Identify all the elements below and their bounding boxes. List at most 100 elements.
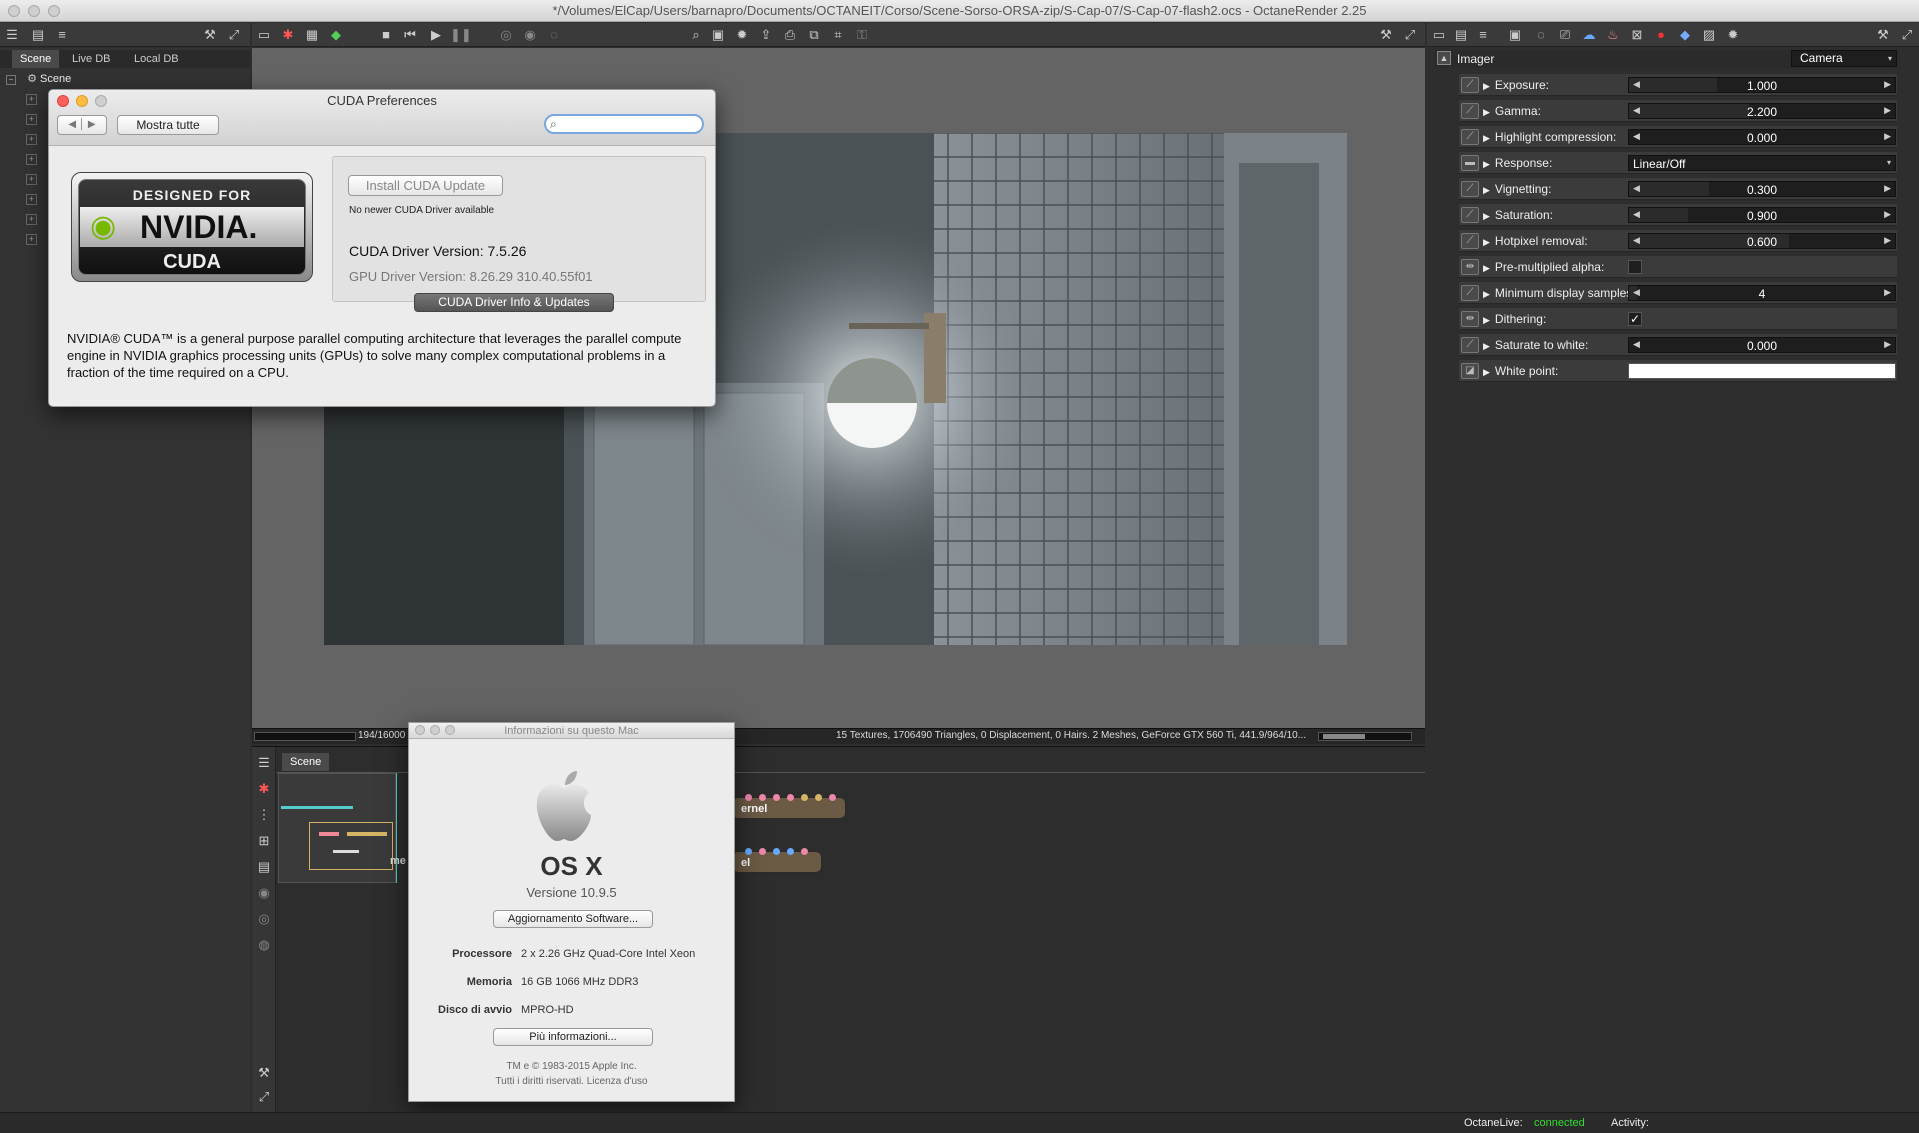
expand-arrow-icon[interactable]: ▶	[1483, 159, 1490, 169]
increment-arrow-icon[interactable]: ▶	[1884, 79, 1891, 90]
slider-pin-icon[interactable]: ⟋	[1461, 207, 1479, 223]
list-icon[interactable]: ≡	[1475, 27, 1491, 43]
increment-arrow-icon[interactable]: ▶	[1884, 131, 1891, 142]
close-window-icon[interactable]	[8, 5, 20, 17]
rewind-icon[interactable]: ⏮	[402, 27, 418, 43]
camera-view-icon[interactable]: ▭	[256, 27, 272, 43]
slider-pin-icon[interactable]: ⟋	[1461, 285, 1479, 301]
restart-render-icon[interactable]: ✱	[280, 27, 296, 43]
expand-arrow-icon[interactable]: ▶	[1483, 263, 1490, 273]
value-slider[interactable]: ◀ 0.900 ▶	[1628, 207, 1896, 223]
expand-item-icon[interactable]: +	[26, 174, 37, 185]
graph-emission-icon[interactable]: ◍	[256, 937, 272, 953]
minimize-window-icon[interactable]	[430, 725, 440, 735]
value-slider[interactable]: ◀ 0.000 ▶	[1628, 337, 1896, 353]
layers-icon[interactable]: ▤	[1453, 27, 1469, 43]
expand-item-icon[interactable]: +	[26, 154, 37, 165]
tab-graph-scene[interactable]: Scene	[282, 753, 330, 771]
focus-picker-icon[interactable]: ◎	[498, 27, 514, 43]
sun-settings-icon[interactable]: ✹	[1725, 27, 1741, 43]
postprocess-icon[interactable]: ⊠	[1629, 27, 1645, 43]
tab-live-db[interactable]: Live DB	[64, 50, 119, 68]
expand-item-icon[interactable]: +	[26, 94, 37, 105]
checkbox-pin-icon[interactable]: ⇹	[1461, 311, 1479, 327]
color-pin-icon[interactable]: ◪	[1461, 363, 1479, 379]
camera-settings-icon[interactable]: ⎚	[1557, 27, 1573, 43]
slider-pin-icon[interactable]: ⟋	[1461, 77, 1479, 93]
image-icon[interactable]: ▨	[1701, 27, 1717, 43]
checked-checkbox[interactable]: ✓	[1628, 312, 1642, 326]
expand-arrow-icon[interactable]: ▶	[1483, 133, 1490, 143]
pause-icon[interactable]: ❚❚	[450, 27, 472, 43]
scene-menu-icon[interactable]: ☰	[4, 27, 20, 43]
increment-arrow-icon[interactable]: ▶	[1884, 183, 1891, 194]
value-slider[interactable]: ◀ 0.300 ▶	[1628, 181, 1896, 197]
tab-local-db[interactable]: Local DB	[126, 50, 187, 68]
expand-item-icon[interactable]: +	[26, 214, 37, 225]
white-point-swatch[interactable]	[1628, 363, 1896, 379]
software-update-button[interactable]: Aggiornamento Software...	[493, 910, 653, 928]
expand-icon[interactable]: ⤢	[226, 27, 242, 43]
close-window-icon[interactable]	[415, 725, 425, 735]
expand-icon[interactable]: ⤢	[1402, 27, 1418, 43]
slider-pin-icon[interactable]: ⟋	[1461, 103, 1479, 119]
increment-arrow-icon[interactable]: ▶	[1884, 287, 1891, 298]
material-ball-icon[interactable]: ●	[1653, 27, 1669, 43]
tab-scene[interactable]: Scene	[12, 50, 60, 68]
kernel-node[interactable]: ernel	[732, 794, 846, 819]
expand-arrow-icon[interactable]: ▶	[1483, 107, 1490, 117]
expand-item-icon[interactable]: +	[26, 194, 37, 205]
expand-item-icon[interactable]: +	[26, 134, 37, 145]
graph-image-icon[interactable]: ▤	[256, 859, 272, 875]
expand-arrow-icon[interactable]: ▶	[1483, 185, 1490, 195]
expand-arrow-icon[interactable]: ▶	[1483, 315, 1490, 325]
increment-arrow-icon[interactable]: ▶	[1884, 235, 1891, 246]
value-slider[interactable]: ◀ 1.000 ▶	[1628, 77, 1896, 93]
export-icon[interactable]: ⇪	[758, 27, 774, 43]
lock-icon[interactable]: ⚿	[854, 27, 870, 43]
expand-arrow-icon[interactable]: ▶	[1483, 81, 1490, 91]
stop-icon[interactable]: ■	[378, 27, 394, 43]
minimap-viewport[interactable]	[309, 822, 393, 870]
environment-icon[interactable]: ☁	[1581, 27, 1597, 43]
kernel-settings-icon[interactable]: ▣	[1507, 27, 1523, 43]
increment-arrow-icon[interactable]: ▶	[1884, 105, 1891, 116]
slider-pin-icon[interactable]: ⟋	[1461, 337, 1479, 353]
graph-menu-icon[interactable]: ☰	[256, 755, 272, 771]
scene-root-row[interactable]: − ⚙ Scene	[6, 72, 71, 85]
slider-pin-icon[interactable]: ⟋	[1461, 233, 1479, 249]
value-slider[interactable]: ◀ 4 ▶	[1628, 285, 1896, 301]
value-slider[interactable]: ◀ 0.000 ▶	[1628, 129, 1896, 145]
cuda-driver-info-button[interactable]: CUDA Driver Info & Updates	[414, 293, 614, 312]
increment-arrow-icon[interactable]: ▶	[1884, 339, 1891, 350]
install-cuda-update-button[interactable]: Install CUDA Update	[348, 175, 503, 196]
layers-icon[interactable]: ▤	[30, 27, 46, 43]
expand-item-icon[interactable]: +	[26, 114, 37, 125]
render-region-icon[interactable]: ▦	[304, 27, 320, 43]
zoom-icon[interactable]: ⌕	[688, 27, 704, 43]
collapse-icon[interactable]: −	[6, 75, 16, 85]
render-cube-icon[interactable]: ◆	[328, 27, 344, 43]
graph-minimap[interactable]	[278, 773, 396, 883]
select-pin-icon[interactable]: ▬	[1461, 155, 1479, 171]
value-slider[interactable]: ◀ 0.600 ▶	[1628, 233, 1896, 249]
expand-arrow-icon[interactable]: ▶	[1483, 237, 1490, 247]
expand-icon[interactable]: ⤢	[1899, 27, 1915, 43]
back-forward-buttons[interactable]: ◀ │ ▶	[57, 115, 107, 135]
sun-icon[interactable]: ✹	[734, 27, 750, 43]
wrench-icon[interactable]: ⚒	[1378, 27, 1394, 43]
graph-layout-icon[interactable]: ⊞	[256, 833, 272, 849]
graph-material-icon[interactable]: ◉	[256, 885, 272, 901]
zoom-window-icon[interactable]	[48, 5, 60, 17]
zoom-window-icon[interactable]	[445, 725, 455, 735]
minimize-window-icon[interactable]	[28, 5, 40, 17]
imager-settings-icon[interactable]: ♨	[1605, 27, 1621, 43]
material-picker-icon[interactable]: ◉	[522, 27, 538, 43]
increment-arrow-icon[interactable]: ▶	[1884, 209, 1891, 220]
region-select-icon[interactable]: ▣	[710, 27, 726, 43]
imager-type-select[interactable]: Camera ▾	[1791, 50, 1897, 67]
slider-pin-icon[interactable]: ⟋	[1461, 129, 1479, 145]
checkbox-pin-icon[interactable]: ⇹	[1461, 259, 1479, 275]
value-slider[interactable]: ◀ 2.200 ▶	[1628, 103, 1896, 119]
more-info-button[interactable]: Più informazioni...	[493, 1028, 653, 1046]
